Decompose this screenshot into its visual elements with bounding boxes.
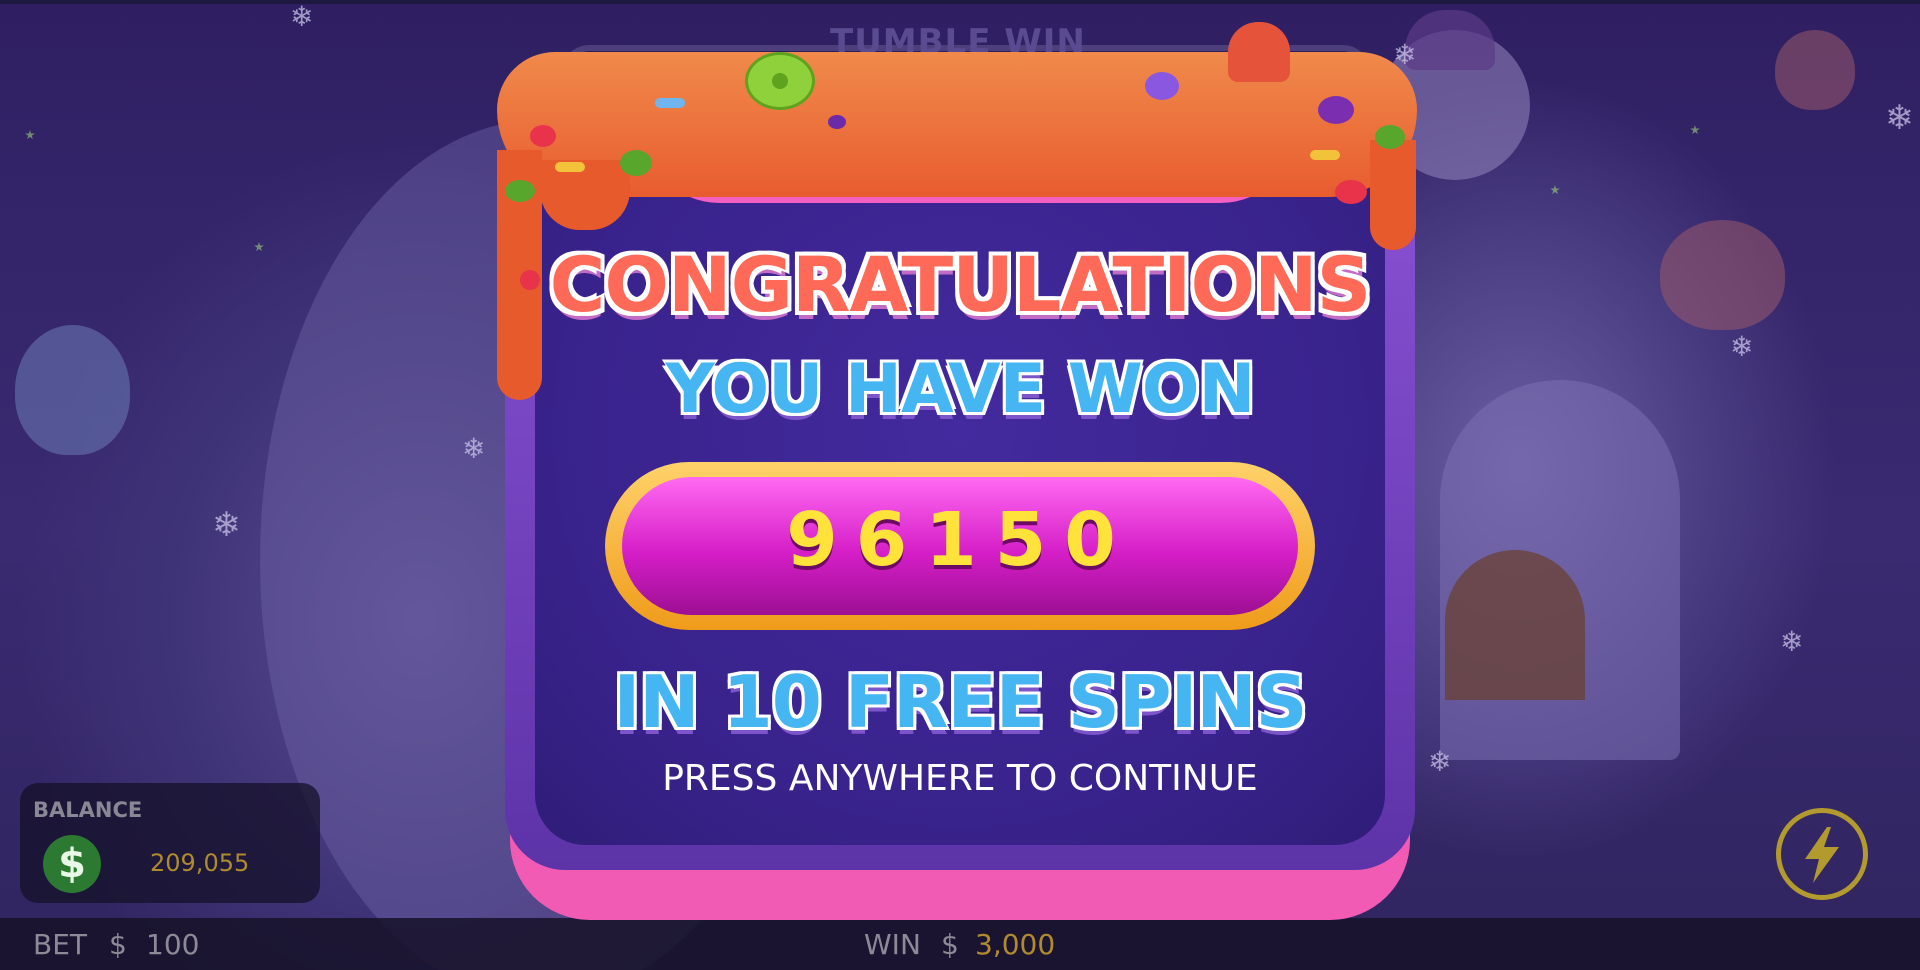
you-have-won-subheading: YOU HAVE WON: [665, 350, 1256, 429]
snowflake-icon: ❄: [212, 505, 241, 545]
sprinkle-decoration: [1318, 96, 1354, 124]
sprinkle-decoration: [1375, 125, 1405, 149]
sprinkle-decoration: [1145, 72, 1179, 100]
sprinkle-decoration: [1335, 180, 1367, 204]
snowman-hat-decoration: [1405, 10, 1495, 70]
icing-drip: [540, 160, 630, 230]
gumdrop-candy-decoration: [1228, 22, 1290, 82]
bottom-status-bar: [0, 918, 1920, 970]
sprinkle-decoration: [620, 150, 652, 176]
free-spins-count-text: IN 10 FREE SPINS: [613, 660, 1308, 744]
balance-label: BALANCE: [33, 798, 143, 822]
congratulations-heading: CONGRATULATIONS: [549, 240, 1372, 329]
sprinkle-decoration: [655, 98, 685, 108]
win-currency: $: [941, 928, 959, 961]
top-strip: [0, 0, 1920, 4]
sprinkle-decoration: [1310, 150, 1340, 160]
turbo-button[interactable]: [1776, 808, 1868, 900]
snowflake-icon: ❄: [290, 0, 314, 33]
star-decoration: [25, 130, 35, 140]
snowflake-icon: ❄: [462, 432, 486, 465]
balance-value: 209,055: [150, 849, 250, 877]
lightning-icon: [1805, 827, 1839, 883]
win-label: WIN: [864, 928, 921, 961]
win-value: 3,000: [975, 928, 1056, 961]
sprinkle-decoration: [505, 180, 535, 202]
bet-currency: $: [109, 928, 127, 961]
continue-instruction[interactable]: PRESS ANYWHERE TO CONTINUE: [0, 758, 1920, 799]
star-decoration: [1550, 185, 1560, 195]
sprinkle-decoration: [828, 115, 846, 129]
star-decoration: [1690, 125, 1700, 135]
icing-drip: [1370, 140, 1416, 250]
snowflake-icon: ❄: [1780, 625, 1804, 658]
bet-value[interactable]: 100: [146, 928, 199, 961]
bet-label: BET: [33, 928, 88, 961]
sprinkle-decoration: [530, 125, 556, 147]
sprinkle-decoration: [555, 162, 585, 172]
win-amount: 96150: [786, 497, 1134, 583]
hot-air-balloon-decoration: [1775, 30, 1855, 110]
donut-candy-decoration: [745, 52, 815, 110]
dollar-coin-icon: $: [43, 835, 101, 893]
snowflake-icon: ❄: [1885, 98, 1914, 138]
